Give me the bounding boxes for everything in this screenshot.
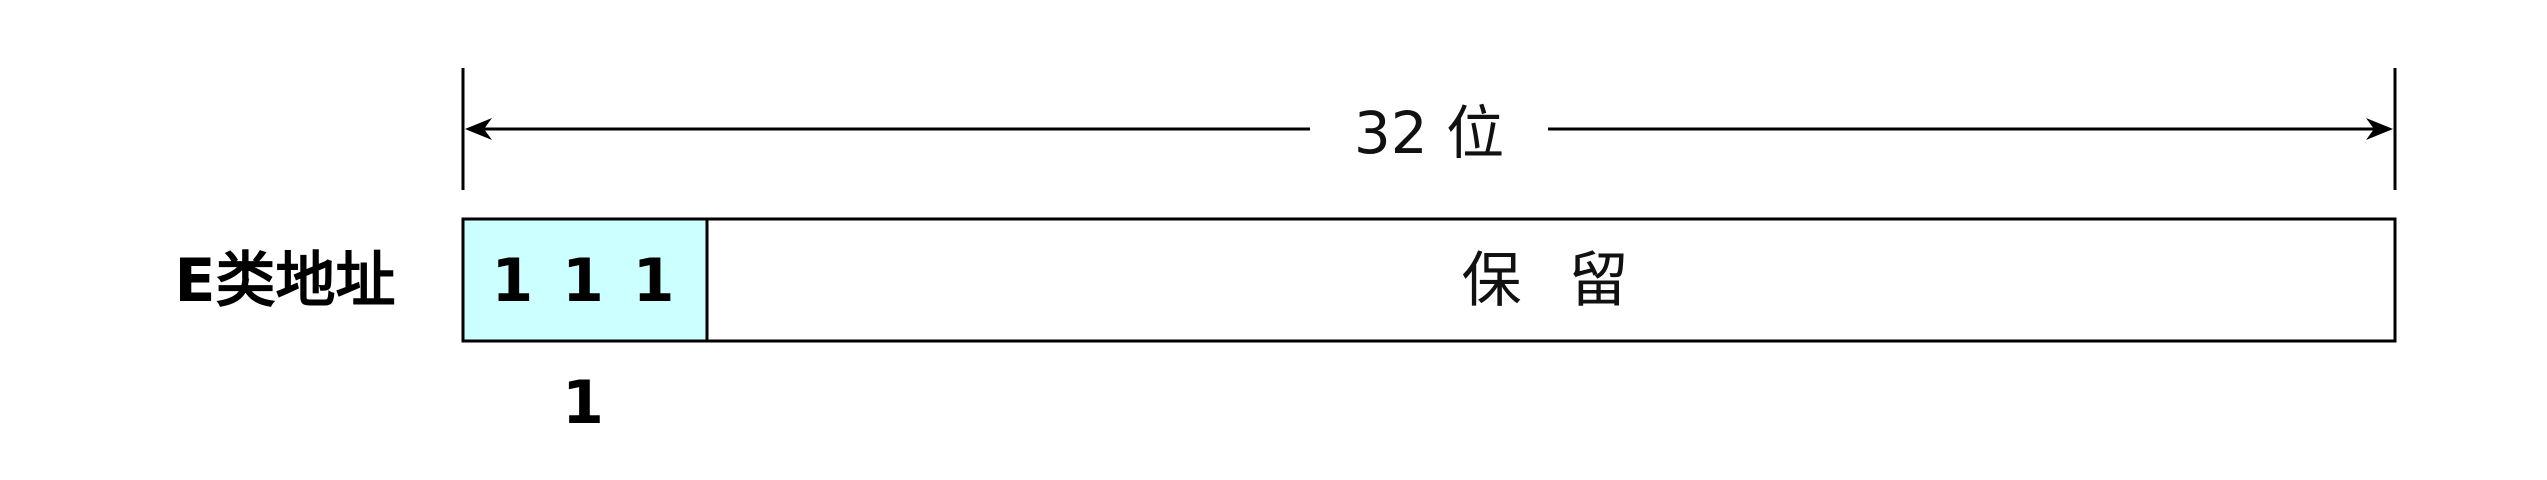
e-class-address-diagram: 32 位 E类地址 1 1 1 1 保 留 xyxy=(0,0,2547,480)
reserved-field-text: 保 留 xyxy=(1461,246,1643,316)
bit-width-label: 32 位 xyxy=(1314,98,1544,168)
address-class-label: E类地址 xyxy=(174,246,396,316)
prefix-bits-text: 1 1 1 1 xyxy=(491,246,679,438)
